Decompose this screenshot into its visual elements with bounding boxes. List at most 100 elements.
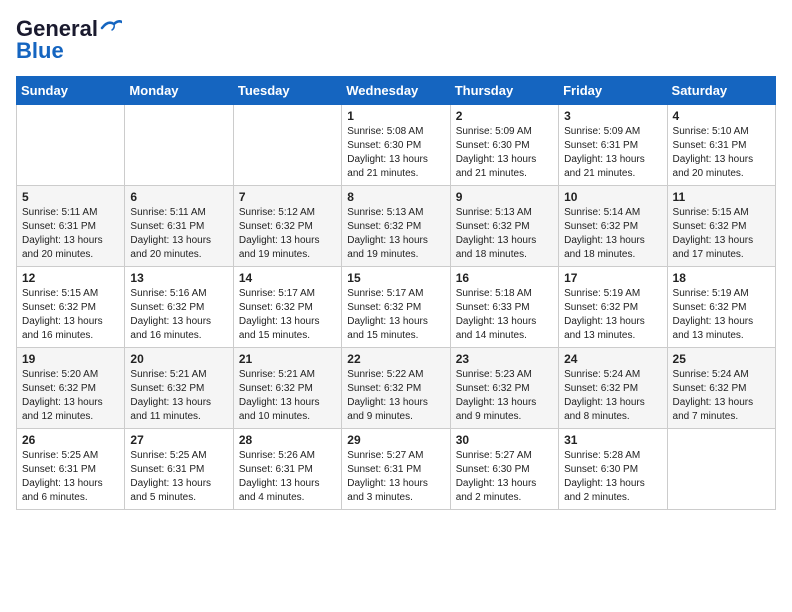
- logo-bird-icon: [100, 18, 122, 36]
- calendar-cell: 15Sunrise: 5:17 AM Sunset: 6:32 PM Dayli…: [342, 267, 450, 348]
- calendar-row-0: 1 Sunrise: 5:08 AM Sunset: 6:30 PM Daylig…: [17, 105, 776, 186]
- calendar-row-2: 12 Sunrise: 5:15 AM Sunset: 6:32 PM Dayli…: [17, 267, 776, 348]
- day-info: Sunrise: 5:27 AM Sunset: 6:30 PM Dayligh…: [456, 449, 553, 505]
- day-info: Sunrise: 5:25 AM Sunset: 6:31 PM Dayligh…: [22, 449, 119, 505]
- calendar-cell: 31 Sunrise: 5:28 AM Sunset: 6:30 PM Dayli…: [559, 429, 667, 510]
- calendar-cell: 18 Sunrise: 5:19 AM Sunset: 6:32 PM Dayli…: [667, 267, 775, 348]
- day-number: 31: [564, 433, 661, 447]
- day-info: Sunrise: 5:15 AM Sunset: 6:32 PM Dayligh…: [673, 206, 770, 262]
- day-number: 14: [239, 271, 336, 285]
- day-number: 26: [22, 433, 119, 447]
- day-number: 30: [456, 433, 553, 447]
- day-number: 7: [239, 190, 336, 204]
- day-number: 16: [456, 271, 553, 285]
- day-number: 23: [456, 352, 553, 366]
- calendar-cell: 19 Sunrise: 5:20 AM Sunset: 6:32 PM Dayli…: [17, 348, 125, 429]
- calendar-cell: 29 Sunrise: 5:27 AM Sunset: 6:31 PM Dayli…: [342, 429, 450, 510]
- day-info: Sunrise: 5:15 AM Sunset: 6:32 PM Dayligh…: [22, 287, 119, 343]
- calendar-cell: 11 Sunrise: 5:15 AM Sunset: 6:32 PM Dayli…: [667, 186, 775, 267]
- weekday-header-wednesday: Wednesday: [342, 77, 450, 105]
- day-info: Sunrise: 5:28 AM Sunset: 6:30 PM Dayligh…: [564, 449, 661, 505]
- calendar-cell: 25 Sunrise: 5:24 AM Sunset: 6:32 PM Dayli…: [667, 348, 775, 429]
- day-number: 15: [347, 271, 444, 285]
- calendar-cell: 13 Sunrise: 5:16 AM Sunset: 6:32 PM Dayli…: [125, 267, 233, 348]
- calendar-cell: 14 Sunrise: 5:17 AM Sunset: 6:32 PM Dayli…: [233, 267, 341, 348]
- day-info: Sunrise: 5:23 AM Sunset: 6:32 PM Dayligh…: [456, 368, 553, 424]
- day-number: 28: [239, 433, 336, 447]
- calendar-cell: 9 Sunrise: 5:13 AM Sunset: 6:32 PM Daylig…: [450, 186, 558, 267]
- calendar-table: SundayMondayTuesdayWednesdayThursdayFrid…: [16, 76, 776, 510]
- day-info: Sunrise: 5:19 AM Sunset: 6:32 PM Dayligh…: [673, 287, 770, 343]
- day-number: 11: [673, 190, 770, 204]
- day-number: 25: [673, 352, 770, 366]
- calendar-cell: 4 Sunrise: 5:10 AM Sunset: 6:31 PM Daylig…: [667, 105, 775, 186]
- day-number: 1: [347, 109, 444, 123]
- day-info: Sunrise: 5:13 AM Sunset: 6:32 PM Dayligh…: [456, 206, 553, 262]
- day-info: Sunrise: 5:19 AM Sunset: 6:32 PM Dayligh…: [564, 287, 661, 343]
- day-number: 22: [347, 352, 444, 366]
- day-info: Sunrise: 5:21 AM Sunset: 6:32 PM Dayligh…: [130, 368, 227, 424]
- weekday-header-thursday: Thursday: [450, 77, 558, 105]
- calendar-cell: 28 Sunrise: 5:26 AM Sunset: 6:31 PM Dayli…: [233, 429, 341, 510]
- day-info: Sunrise: 5:21 AM Sunset: 6:32 PM Dayligh…: [239, 368, 336, 424]
- calendar-cell: 24 Sunrise: 5:24 AM Sunset: 6:32 PM Dayli…: [559, 348, 667, 429]
- day-number: 19: [22, 352, 119, 366]
- day-info: Sunrise: 5:13 AM Sunset: 6:32 PM Dayligh…: [347, 206, 444, 262]
- weekday-header-saturday: Saturday: [667, 77, 775, 105]
- day-info: Sunrise: 5:26 AM Sunset: 6:31 PM Dayligh…: [239, 449, 336, 505]
- day-number: 8: [347, 190, 444, 204]
- day-number: 10: [564, 190, 661, 204]
- calendar-cell: 3Sunrise: 5:09 AM Sunset: 6:31 PM Daylig…: [559, 105, 667, 186]
- calendar-cell: 6 Sunrise: 5:11 AM Sunset: 6:31 PM Daylig…: [125, 186, 233, 267]
- weekday-header-monday: Monday: [125, 77, 233, 105]
- day-info: Sunrise: 5:27 AM Sunset: 6:31 PM Dayligh…: [347, 449, 444, 505]
- weekday-header-tuesday: Tuesday: [233, 77, 341, 105]
- logo: General Blue: [16, 16, 122, 64]
- day-number: 13: [130, 271, 227, 285]
- logo-blue: Blue: [16, 38, 64, 64]
- calendar-row-3: 19 Sunrise: 5:20 AM Sunset: 6:32 PM Dayli…: [17, 348, 776, 429]
- day-info: Sunrise: 5:11 AM Sunset: 6:31 PM Dayligh…: [22, 206, 119, 262]
- day-info: Sunrise: 5:22 AM Sunset: 6:32 PM Dayligh…: [347, 368, 444, 424]
- calendar-cell: 8 Sunrise: 5:13 AM Sunset: 6:32 PM Daylig…: [342, 186, 450, 267]
- day-info: Sunrise: 5:24 AM Sunset: 6:32 PM Dayligh…: [564, 368, 661, 424]
- day-info: Sunrise: 5:20 AM Sunset: 6:32 PM Dayligh…: [22, 368, 119, 424]
- day-number: 24: [564, 352, 661, 366]
- day-number: 27: [130, 433, 227, 447]
- calendar-cell: 20 Sunrise: 5:21 AM Sunset: 6:32 PM Dayli…: [125, 348, 233, 429]
- day-number: 4: [673, 109, 770, 123]
- day-info: Sunrise: 5:16 AM Sunset: 6:32 PM Dayligh…: [130, 287, 227, 343]
- day-number: 20: [130, 352, 227, 366]
- calendar-header-row: SundayMondayTuesdayWednesdayThursdayFrid…: [17, 77, 776, 105]
- day-number: 12: [22, 271, 119, 285]
- day-info: Sunrise: 5:11 AM Sunset: 6:31 PM Dayligh…: [130, 206, 227, 262]
- day-info: Sunrise: 5:12 AM Sunset: 6:32 PM Dayligh…: [239, 206, 336, 262]
- day-number: 17: [564, 271, 661, 285]
- day-number: 9: [456, 190, 553, 204]
- day-info: Sunrise: 5:09 AM Sunset: 6:30 PM Dayligh…: [456, 125, 553, 181]
- day-number: 21: [239, 352, 336, 366]
- calendar-cell: [233, 105, 341, 186]
- day-info: Sunrise: 5:14 AM Sunset: 6:32 PM Dayligh…: [564, 206, 661, 262]
- weekday-header-friday: Friday: [559, 77, 667, 105]
- day-info: Sunrise: 5:17 AM Sunset: 6:32 PM Dayligh…: [239, 287, 336, 343]
- day-info: Sunrise: 5:10 AM Sunset: 6:31 PM Dayligh…: [673, 125, 770, 181]
- calendar-cell: 5Sunrise: 5:11 AM Sunset: 6:31 PM Daylig…: [17, 186, 125, 267]
- day-info: Sunrise: 5:08 AM Sunset: 6:30 PM Dayligh…: [347, 125, 444, 181]
- calendar-cell: [17, 105, 125, 186]
- calendar-cell: 30 Sunrise: 5:27 AM Sunset: 6:30 PM Dayli…: [450, 429, 558, 510]
- weekday-header-sunday: Sunday: [17, 77, 125, 105]
- day-number: 18: [673, 271, 770, 285]
- calendar-cell: 12 Sunrise: 5:15 AM Sunset: 6:32 PM Dayli…: [17, 267, 125, 348]
- calendar-cell: [125, 105, 233, 186]
- day-number: 29: [347, 433, 444, 447]
- calendar-row-1: 5Sunrise: 5:11 AM Sunset: 6:31 PM Daylig…: [17, 186, 776, 267]
- day-info: Sunrise: 5:25 AM Sunset: 6:31 PM Dayligh…: [130, 449, 227, 505]
- calendar-cell: [667, 429, 775, 510]
- calendar-cell: 10 Sunrise: 5:14 AM Sunset: 6:32 PM Dayli…: [559, 186, 667, 267]
- calendar-row-4: 26 Sunrise: 5:25 AM Sunset: 6:31 PM Dayli…: [17, 429, 776, 510]
- day-number: 2: [456, 109, 553, 123]
- day-info: Sunrise: 5:24 AM Sunset: 6:32 PM Dayligh…: [673, 368, 770, 424]
- day-number: 6: [130, 190, 227, 204]
- day-number: 3: [564, 109, 661, 123]
